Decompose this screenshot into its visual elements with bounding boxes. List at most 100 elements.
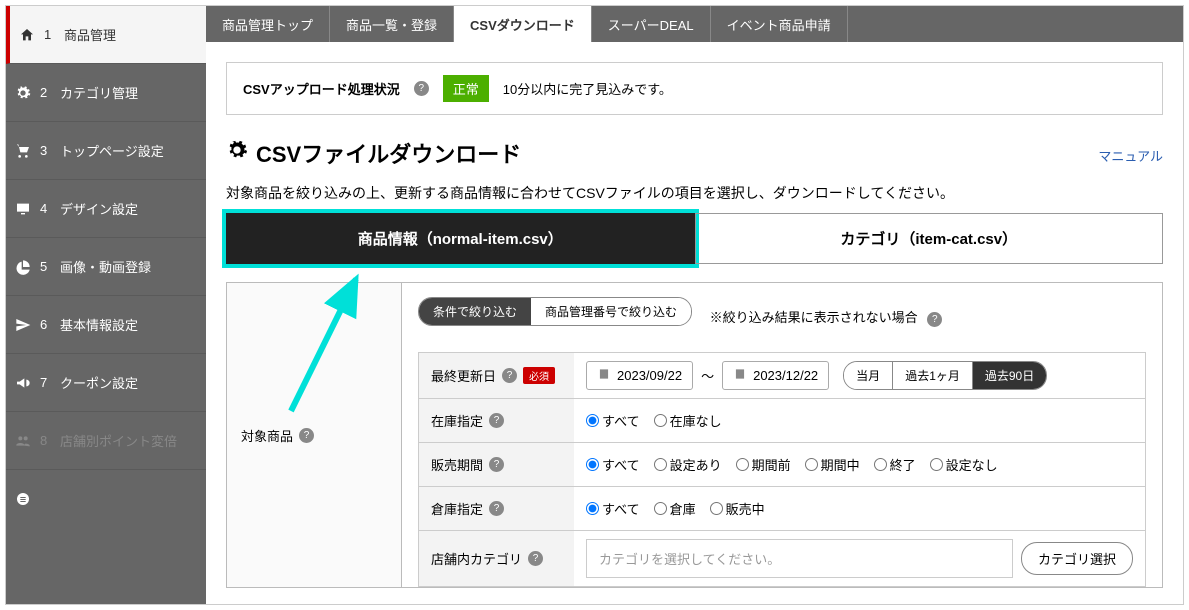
sidebar-num: 6 xyxy=(40,317,60,332)
date-to-text: 2023/12/22 xyxy=(753,368,818,383)
date-separator: 〜 xyxy=(701,366,714,385)
sidebar-item-category[interactable]: 2 カテゴリ管理 xyxy=(6,64,206,122)
target-product-label: 対象商品 xyxy=(241,426,293,445)
help-icon[interactable]: ? xyxy=(489,457,504,472)
wh-selling[interactable]: 販売中 xyxy=(710,499,765,518)
date-to-input[interactable]: 2023/12/22 xyxy=(722,361,829,390)
warehouse-label: 倉庫指定 ? xyxy=(419,487,574,530)
filter-panel: 対象商品 ? 条件で絞り込む 商品管理番号で絞り込む ※絞り込み結果に表示されな… xyxy=(226,282,1163,588)
date-from-text: 2023/09/22 xyxy=(617,368,682,383)
tab-top[interactable]: 商品管理トップ xyxy=(206,6,330,42)
gear-icon xyxy=(6,85,40,101)
filter-left-label: 対象商品 ? xyxy=(227,283,402,587)
required-badge: 必須 xyxy=(523,367,555,384)
wh-warehouse[interactable]: 倉庫 xyxy=(654,499,696,518)
help-icon[interactable]: ? xyxy=(414,81,429,96)
sidebar-item-products[interactable]: 1 商品管理 xyxy=(6,6,206,64)
cart-icon xyxy=(6,143,40,159)
sidebar-item-points[interactable]: 8 店舗別ポイント変倍 xyxy=(6,412,206,470)
sidebar-item-more[interactable] xyxy=(6,470,206,528)
period-label: 販売期間 ? xyxy=(419,443,574,486)
tab-normal-item[interactable]: 商品情報（normal-item.csv） xyxy=(226,213,695,264)
date-from-input[interactable]: 2023/09/22 xyxy=(586,361,693,390)
sidebar-item-toppage[interactable]: 3 トップページ設定 xyxy=(6,122,206,180)
stock-all[interactable]: すべて xyxy=(586,411,640,430)
range-past-month[interactable]: 過去1ヶ月 xyxy=(893,362,973,389)
last-update-label: 最終更新日 ? 必須 xyxy=(419,353,574,398)
sidebar-label: トップページ設定 xyxy=(60,141,164,160)
csv-type-tabs: 商品情報（normal-item.csv） カテゴリ（item-cat.csv） xyxy=(226,213,1163,264)
megaphone-icon xyxy=(6,375,40,391)
main: 商品管理トップ 商品一覧・登録 CSVダウンロード スーパーDEAL イベント商… xyxy=(206,6,1183,604)
date-range-buttons: 当月 過去1ヶ月 過去90日 xyxy=(843,361,1047,390)
sidebar-item-design[interactable]: 4 デザイン設定 xyxy=(6,180,206,238)
tab-item-cat[interactable]: カテゴリ（item-cat.csv） xyxy=(695,213,1164,264)
help-icon[interactable]: ? xyxy=(299,428,314,443)
page-description: 対象商品を絞り込みの上、更新する商品情報に合わせてCSVファイルの項目を選択し、… xyxy=(226,183,1163,203)
sidebar-label: 商品管理 xyxy=(64,25,116,44)
pie-icon xyxy=(6,259,40,275)
tab-list[interactable]: 商品一覧・登録 xyxy=(330,6,454,42)
help-icon[interactable]: ? xyxy=(489,501,504,516)
help-icon[interactable]: ? xyxy=(528,551,543,566)
status-label: CSVアップロード処理状況 xyxy=(243,79,400,98)
category-select-display[interactable]: カテゴリを選択してください。 xyxy=(586,539,1013,578)
filter-note: ※絞り込み結果に表示されない場合 xyxy=(710,310,918,325)
sidebar-item-basic[interactable]: 6 基本情報設定 xyxy=(6,296,206,354)
manual-link[interactable]: マニュアル xyxy=(1098,146,1163,165)
sidebar-num: 5 xyxy=(40,259,60,274)
help-icon[interactable]: ? xyxy=(489,413,504,428)
sidebar-label: デザイン設定 xyxy=(60,199,138,218)
help-icon[interactable]: ? xyxy=(502,368,517,383)
sidebar-item-media[interactable]: 5 画像・動画登録 xyxy=(6,238,206,296)
period-radio-group: すべて 設定あり 期間前 期間中 終了 設定なし xyxy=(586,455,998,474)
sidebar-label: 画像・動画登録 xyxy=(60,257,151,276)
calendar-icon xyxy=(733,367,747,384)
sidebar-label: クーポン設定 xyxy=(60,373,138,392)
sidebar-item-coupon[interactable]: 7 クーポン設定 xyxy=(6,354,206,412)
tab-superdeal[interactable]: スーパーDEAL xyxy=(592,6,711,42)
category-label: 店舗内カテゴリ ? xyxy=(419,531,574,586)
sidebar-label: カテゴリ管理 xyxy=(60,83,138,102)
tab-csvdl[interactable]: CSVダウンロード xyxy=(454,6,592,42)
page-title: CSVファイルダウンロード xyxy=(226,137,521,169)
stock-radio-group: すべて 在庫なし xyxy=(586,411,722,430)
users-icon xyxy=(6,433,40,449)
help-icon[interactable]: ? xyxy=(927,312,942,327)
range-past-90[interactable]: 過去90日 xyxy=(973,362,1046,389)
stock-none[interactable]: 在庫なし xyxy=(654,411,722,430)
send-icon xyxy=(6,317,40,333)
period-all[interactable]: すべて xyxy=(586,455,640,474)
list-icon xyxy=(6,491,40,507)
sidebar-label: 基本情報設定 xyxy=(60,315,138,334)
period-during[interactable]: 期間中 xyxy=(805,455,860,474)
tabbar: 商品管理トップ 商品一覧・登録 CSVダウンロード スーパーDEAL イベント商… xyxy=(206,6,1183,42)
sidebar-num: 3 xyxy=(40,143,60,158)
period-end[interactable]: 終了 xyxy=(874,455,916,474)
period-set[interactable]: 設定あり xyxy=(654,455,722,474)
wh-all[interactable]: すべて xyxy=(586,499,640,518)
filter-by-condition[interactable]: 条件で絞り込む xyxy=(419,298,531,325)
sidebar: 1 商品管理 2 カテゴリ管理 3 トップページ設定 4 デザイン設定 5 画像… xyxy=(6,6,206,604)
status-text: 10分以内に完了見込みです。 xyxy=(503,79,672,98)
status-badge: 正常 xyxy=(443,75,489,102)
filter-mode-toggle: 条件で絞り込む 商品管理番号で絞り込む xyxy=(418,297,692,326)
sidebar-num: 4 xyxy=(40,201,60,216)
sidebar-num: 2 xyxy=(40,85,60,100)
home-icon xyxy=(10,27,44,43)
sidebar-num: 1 xyxy=(44,27,64,42)
tab-event[interactable]: イベント商品申請 xyxy=(711,6,848,42)
stock-label: 在庫指定 ? xyxy=(419,399,574,442)
period-before[interactable]: 期間前 xyxy=(736,455,791,474)
sidebar-num: 7 xyxy=(40,375,60,390)
upload-status-bar: CSVアップロード処理状況 ? 正常 10分以内に完了見込みです。 xyxy=(226,62,1163,115)
range-this-month[interactable]: 当月 xyxy=(844,362,893,389)
category-select-button[interactable]: カテゴリ選択 xyxy=(1021,542,1133,575)
gear-icon xyxy=(226,139,248,167)
page-title-text: CSVファイルダウンロード xyxy=(256,137,521,169)
sidebar-num: 8 xyxy=(40,433,60,448)
filter-by-number[interactable]: 商品管理番号で絞り込む xyxy=(531,298,691,325)
calendar-icon xyxy=(597,367,611,384)
period-notset[interactable]: 設定なし xyxy=(930,455,998,474)
warehouse-radio-group: すべて 倉庫 販売中 xyxy=(586,499,765,518)
